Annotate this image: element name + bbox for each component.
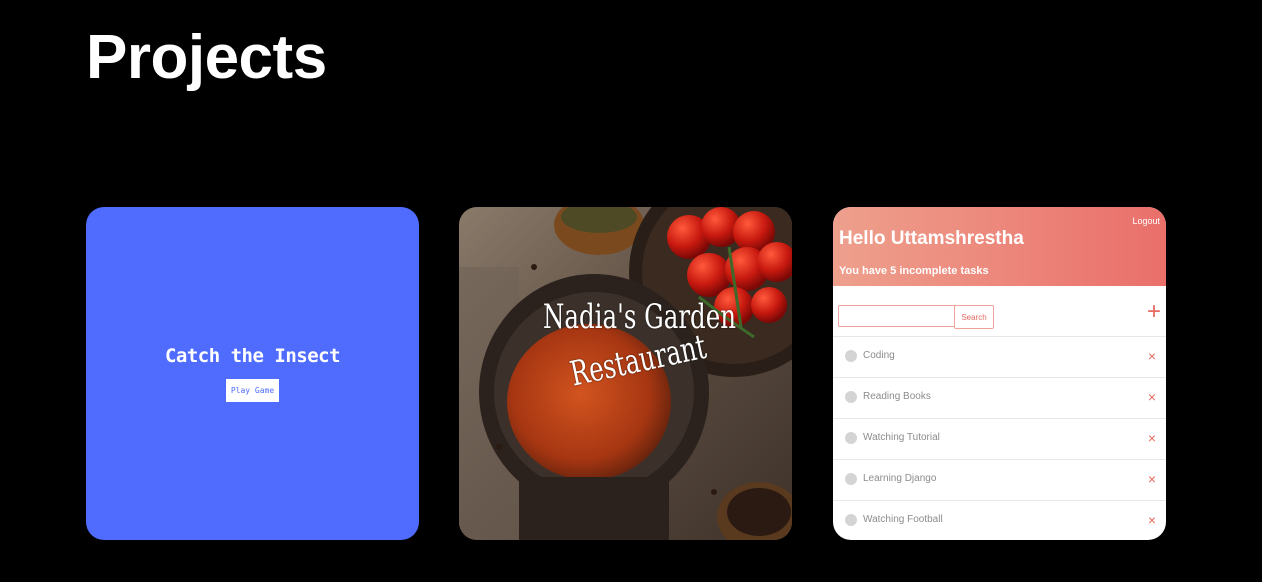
delete-icon[interactable]: × <box>1148 471 1156 487</box>
delete-icon[interactable]: × <box>1148 348 1156 364</box>
task-label: Coding <box>863 350 895 361</box>
task-row: Coding × <box>833 336 1166 377</box>
task-row: Watching Football × <box>833 500 1166 540</box>
task-row: Watching Tutorial × <box>833 418 1166 459</box>
task-label: Watching Football <box>863 514 943 525</box>
restaurant-hero-image <box>459 207 792 540</box>
delete-icon[interactable]: × <box>1148 389 1156 405</box>
search-row: Search + <box>838 300 1161 331</box>
add-icon[interactable]: + <box>1147 300 1161 324</box>
search-button[interactable]: Search <box>954 305 994 329</box>
task-checkbox[interactable] <box>845 391 857 403</box>
project-card-todo-app[interactable]: Logout Hello Uttamshrestha You have 5 in… <box>833 207 1166 540</box>
task-label: Watching Tutorial <box>863 432 940 443</box>
search-input[interactable] <box>838 305 956 327</box>
project-card-restaurant[interactable]: Nadia's Garden Restaurant <box>459 207 792 540</box>
task-checkbox[interactable] <box>845 473 857 485</box>
play-game-button[interactable]: Play Game <box>225 379 280 402</box>
task-checkbox[interactable] <box>845 514 857 526</box>
task-label: Learning Django <box>863 473 937 484</box>
page-title: Projects <box>86 23 327 92</box>
logout-link[interactable]: Logout <box>1132 216 1160 226</box>
game-title: Catch the Insect <box>164 345 341 367</box>
incomplete-count: You have 5 incomplete tasks <box>839 265 989 277</box>
delete-icon[interactable]: × <box>1148 430 1156 446</box>
project-card-catch-the-insect[interactable]: Catch the Insect Play Game <box>86 207 419 540</box>
task-checkbox[interactable] <box>845 350 857 362</box>
greeting: Hello Uttamshrestha <box>839 228 1024 249</box>
task-label: Reading Books <box>863 391 931 402</box>
task-row: Reading Books × <box>833 377 1166 418</box>
task-checkbox[interactable] <box>845 432 857 444</box>
task-row: Learning Django × <box>833 459 1166 500</box>
delete-icon[interactable]: × <box>1148 512 1156 528</box>
task-list: Coding × Reading Books × Watching Tutori… <box>833 336 1166 540</box>
todo-header: Logout Hello Uttamshrestha You have 5 in… <box>833 207 1166 286</box>
